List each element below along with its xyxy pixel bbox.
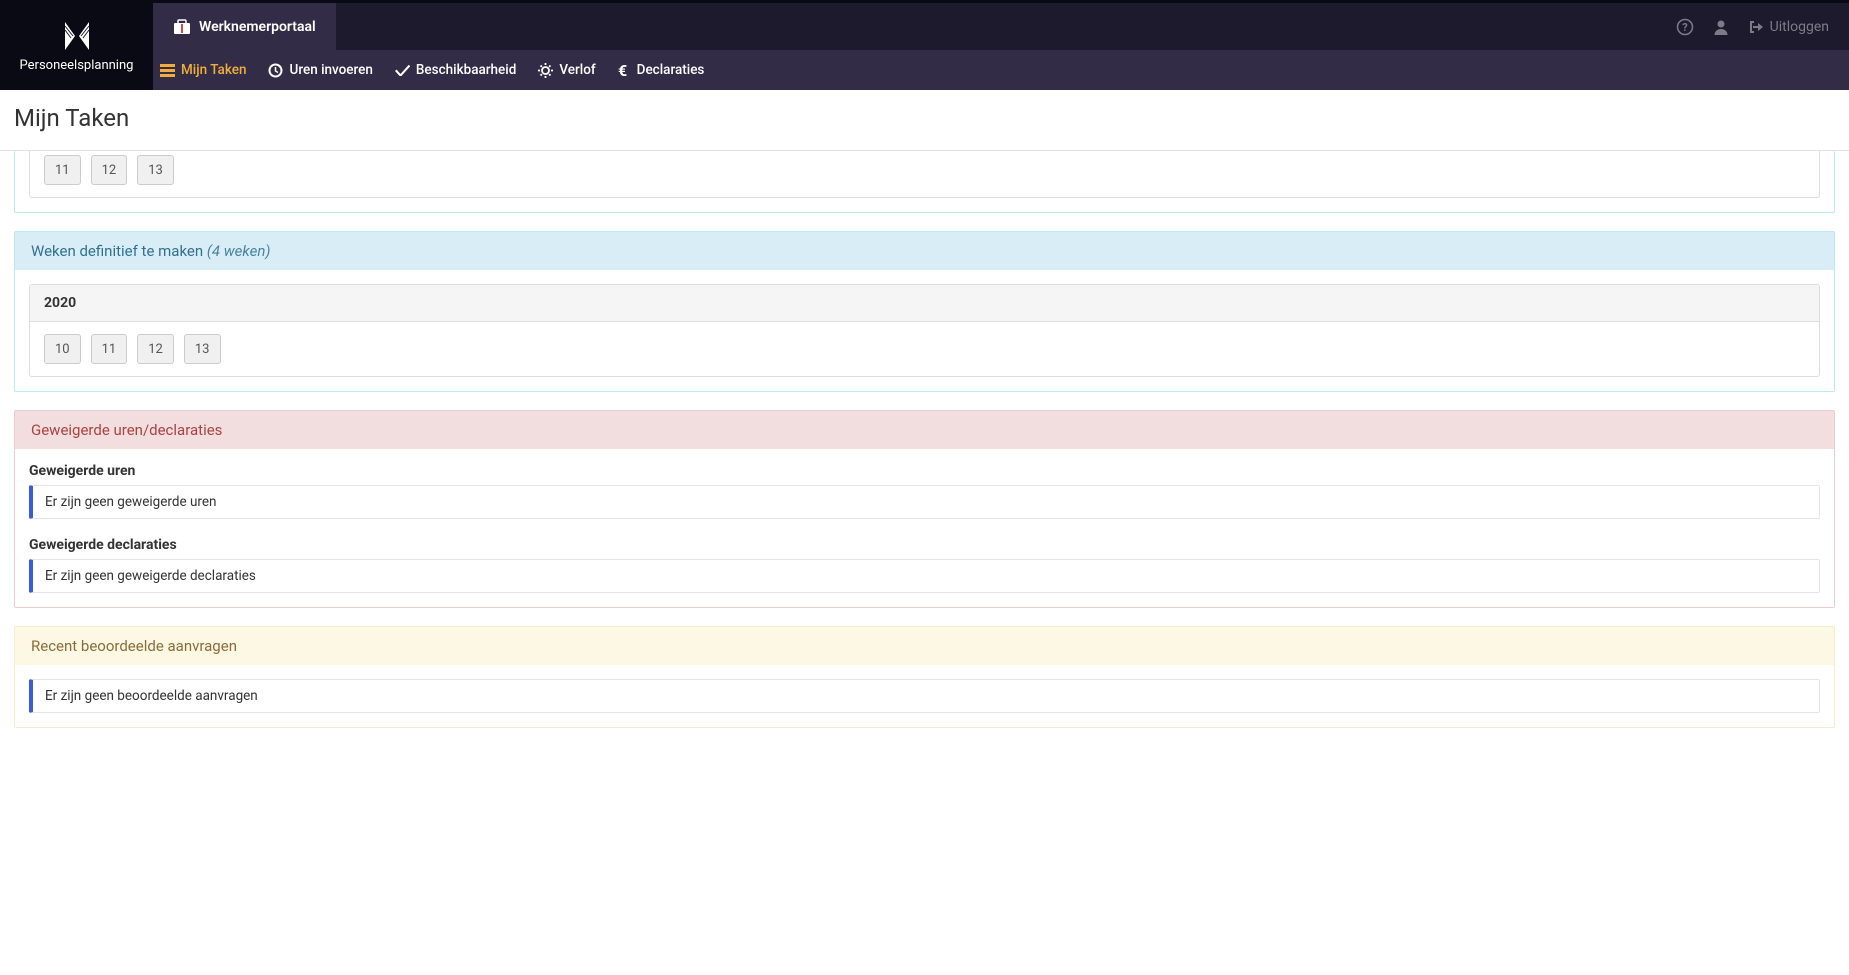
panel-body: 2020 10 11 12 13: [15, 270, 1834, 391]
panel-body: Er zijn geen beoordeelde aanvragen: [15, 665, 1834, 727]
nav-label: Beschikbaarheid: [416, 62, 516, 78]
rejected-decl-heading: Geweigerde declaraties: [29, 537, 1820, 553]
nav-label: Declaraties: [637, 62, 705, 78]
page-title: Mijn Taken: [14, 104, 1835, 132]
week-button[interactable]: 12: [91, 155, 128, 185]
panel-body: Geweigerde uren Er zijn geen geweigerde …: [15, 449, 1834, 607]
help-icon[interactable]: ?: [1676, 18, 1694, 36]
portal-tab-werknemer[interactable]: Werknemerportaal: [153, 3, 336, 50]
svg-text:€: €: [618, 63, 627, 78]
year-box: 2020 10 11 12 13: [29, 284, 1820, 377]
briefcase-icon: [173, 19, 191, 35]
week-button[interactable]: 13: [184, 334, 221, 364]
panel-title: Geweigerde uren/declaraties: [31, 421, 222, 439]
brand-logo[interactable]: Personeelsplanning: [0, 3, 153, 90]
nav-label: Verlof: [559, 62, 595, 78]
nav-verlof[interactable]: Verlof: [538, 62, 595, 78]
recent-empty: Er zijn geen beoordeelde aanvragen: [29, 679, 1820, 713]
brand-name: Personeelsplanning: [20, 58, 134, 73]
week-button[interactable]: 13: [137, 155, 174, 185]
subnav: Mijn Taken Uren invoeren Beschikbaarheid…: [0, 50, 1849, 90]
euro-icon: €: [618, 63, 631, 78]
user-icon[interactable]: [1712, 18, 1730, 36]
week-button[interactable]: 11: [44, 155, 81, 185]
logo-icon: [61, 20, 93, 58]
rejected-hours-heading: Geweigerde uren: [29, 463, 1820, 479]
rejected-decl-empty: Er zijn geen geweigerde declaraties: [29, 559, 1820, 593]
portal-tabs: Werknemerportaal: [153, 3, 336, 50]
nav-label: Mijn Taken: [181, 62, 246, 78]
week-button[interactable]: 12: [137, 334, 174, 364]
topbar-right: ? Uitloggen: [1676, 3, 1849, 50]
rejected-hours-empty: Er zijn geen geweigerde uren: [29, 485, 1820, 519]
sun-icon: [538, 63, 553, 78]
clock-icon: [268, 63, 283, 78]
year-label: 2020: [30, 285, 1819, 322]
panel-title: Recent beoordeelde aanvragen: [31, 637, 237, 655]
panel-meta: (4 weken): [207, 242, 271, 260]
year-box-peek: 11 12 13: [29, 151, 1820, 198]
content-scroll-area[interactable]: 11 12 13 Weken definitief te maken (4 we…: [0, 151, 1849, 975]
tasks-icon: [160, 64, 175, 77]
page-heading: Mijn Taken: [0, 90, 1849, 151]
panel-title: Weken definitief te maken: [31, 242, 203, 260]
svg-text:?: ?: [1682, 21, 1688, 34]
nav-mijn-taken[interactable]: Mijn Taken: [160, 62, 246, 78]
nav-beschikbaarheid[interactable]: Beschikbaarheid: [395, 62, 516, 78]
panel-weeks-definitive: Weken definitief te maken (4 weken) 2020…: [14, 231, 1835, 392]
check-icon: [395, 64, 410, 76]
panel-rejected: Geweigerde uren/declaraties Geweigerde u…: [14, 410, 1835, 608]
panel-header: Weken definitief te maken (4 weken): [15, 232, 1834, 270]
weeks-row: 10 11 12 13: [30, 322, 1819, 376]
logout-label: Uitloggen: [1770, 19, 1829, 35]
logout-icon: [1748, 19, 1764, 35]
panel-header: Geweigerde uren/declaraties: [15, 411, 1834, 449]
panel-top-peek: 11 12 13: [14, 151, 1835, 213]
nav-declaraties[interactable]: € Declaraties: [618, 62, 705, 78]
logout-button[interactable]: Uitloggen: [1748, 19, 1829, 35]
week-button[interactable]: 10: [44, 334, 81, 364]
portal-tab-label: Werknemerportaal: [199, 19, 316, 35]
week-button[interactable]: 11: [91, 334, 128, 364]
nav-label: Uren invoeren: [289, 62, 372, 78]
nav-uren-invoeren[interactable]: Uren invoeren: [268, 62, 372, 78]
topbar: Personeelsplanning Werknemerportaal ? Ui…: [0, 0, 1849, 50]
panel-recent: Recent beoordeelde aanvragen Er zijn gee…: [14, 626, 1835, 728]
panel-header: Recent beoordeelde aanvragen: [15, 627, 1834, 665]
